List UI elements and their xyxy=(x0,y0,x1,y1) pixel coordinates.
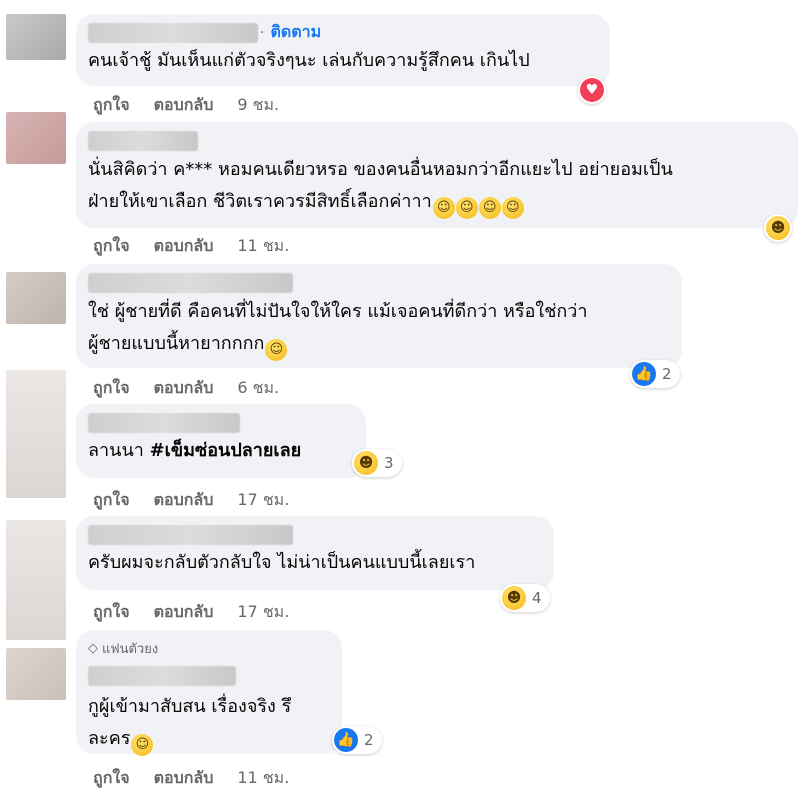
reply-action[interactable]: ตอบกลับ xyxy=(154,490,214,509)
avatar[interactable] xyxy=(6,14,66,60)
relieved-face-icon: ☺ xyxy=(265,339,288,361)
diamond-icon: ◇ xyxy=(88,641,98,656)
reaction-summary[interactable]: ☻ 4 xyxy=(500,584,550,612)
comment-actions: ถูกใจ ตอบกลับ 11 ชม. xyxy=(93,766,289,791)
comment-author[interactable] xyxy=(88,524,542,548)
comment-author[interactable]: · ติดตาม xyxy=(88,20,598,46)
comment-bubble: ◇ แฟนตัวยง กูผู้เข้ามาสับสน เรื่องจริง รึ… xyxy=(76,630,342,756)
comment-author[interactable] xyxy=(88,272,670,296)
laughing-face-icon: ☻ xyxy=(766,216,790,240)
grinning-face-icon: ☺ xyxy=(432,197,455,219)
reply-action[interactable]: ตอบกลับ xyxy=(154,378,214,397)
comment-bubble: · ติดตาม คนเจ้าชู้ มันเห็นแก่ตัวจริงๆนะ เ… xyxy=(76,14,610,86)
comment-actions: ถูกใจ ตอบกลับ 11 ชม. xyxy=(93,234,289,259)
like-action[interactable]: ถูกใจ xyxy=(93,602,130,621)
reaction-summary[interactable]: ♥ xyxy=(578,76,606,104)
comment-actions: ถูกใจ ตอบกลับ 17 ชม. xyxy=(93,600,289,625)
comment-text: คนเจ้าชู้ มันเห็นแก่ตัวจริงๆนะ เล่นกับคว… xyxy=(88,50,530,71)
timestamp[interactable]: 9 ชม. xyxy=(237,95,279,114)
follow-button[interactable]: ติดตาม xyxy=(270,22,321,41)
grinning-face-icon: ☺ xyxy=(455,197,478,219)
reaction-summary[interactable]: ☻ xyxy=(764,214,792,242)
reaction-summary[interactable]: 👍 2 xyxy=(630,360,680,388)
like-action[interactable]: ถูกใจ xyxy=(93,236,130,255)
comment-text: นั่นสิคิดว่า ค*** หอมคนเดียวหรอ ของคนอื่… xyxy=(88,159,673,180)
timestamp[interactable]: 17 ชม. xyxy=(237,490,289,509)
comment-actions: ถูกใจ ตอบกลับ 6 ชม. xyxy=(93,376,279,401)
like-action[interactable]: ถูกใจ xyxy=(93,95,130,114)
timestamp[interactable]: 11 ชม. xyxy=(237,768,289,787)
comment-author[interactable] xyxy=(88,130,786,154)
relieved-face-icon: ☺ xyxy=(131,734,154,756)
reply-action[interactable]: ตอบกลับ xyxy=(154,236,214,255)
thumbs-up-icon: 👍 xyxy=(334,728,358,752)
avatar[interactable] xyxy=(6,370,66,498)
timestamp[interactable]: 6 ชม. xyxy=(237,378,279,397)
timestamp[interactable]: 11 ชม. xyxy=(237,236,289,255)
grinning-face-icon: ☺ xyxy=(478,197,501,219)
comment-actions: ถูกใจ ตอบกลับ 9 ชม. xyxy=(93,93,279,118)
comment-author[interactable] xyxy=(88,665,330,691)
comment-text: กูผู้เข้ามาสับสน เรื่องจริง รึ xyxy=(88,696,292,717)
reply-action[interactable]: ตอบกลับ xyxy=(154,602,214,621)
grinning-face-icon: ☺ xyxy=(501,197,524,219)
like-action[interactable]: ถูกใจ xyxy=(93,768,130,787)
laughing-face-icon: ☻ xyxy=(502,586,526,610)
comment-bubble: ครับผมจะกลับตัวกลับใจ ไม่น่าเป็นคนแบบนี้… xyxy=(76,516,554,590)
avatar[interactable] xyxy=(6,112,66,164)
comment-text: ผู้ชายแบบนี้หายากกกก ☺ xyxy=(88,328,670,361)
comment-text: ลานนา #เข็มซ่อนปลายเลย xyxy=(88,440,302,461)
like-action[interactable]: ถูกใจ xyxy=(93,490,130,509)
like-action[interactable]: ถูกใจ xyxy=(93,378,130,397)
comment-text: ใช่ ผู้ชายที่ดี คือคนที่ไม่ปันใจให้ใคร แ… xyxy=(88,301,588,322)
comment-actions: ถูกใจ ตอบกลับ 17 ชม. xyxy=(93,488,289,513)
comment-text: ครับผมจะกลับตัวกลับใจ ไม่น่าเป็นคนแบบนี้… xyxy=(88,552,476,573)
reply-action[interactable]: ตอบกลับ xyxy=(154,768,214,787)
heart-icon: ♥ xyxy=(580,78,604,102)
comment-text: ฝ่ายให้เขาเลือก ชีวิตเราควรมีสิทธิ์เลือก… xyxy=(88,186,786,219)
thumbs-up-icon: 👍 xyxy=(632,362,656,386)
reply-action[interactable]: ตอบกลับ xyxy=(154,95,214,114)
laughing-face-icon: ☻ xyxy=(354,451,378,475)
comment-bubble: ลานนา #เข็มซ่อนปลายเลย xyxy=(76,404,366,478)
hashtag-link[interactable]: #เข็มซ่อนปลายเลย xyxy=(150,440,302,461)
top-fan-badge[interactable]: ◇ แฟนตัวยง xyxy=(88,638,330,659)
comment-bubble: นั่นสิคิดว่า ค*** หอมคนเดียวหรอ ของคนอื่… xyxy=(76,122,798,228)
comment-author[interactable] xyxy=(88,412,354,436)
comment-bubble: ใช่ ผู้ชายที่ดี คือคนที่ไม่ปันใจให้ใคร แ… xyxy=(76,264,682,368)
avatar[interactable] xyxy=(6,272,66,324)
badge-label: แฟนตัวยง xyxy=(102,642,159,657)
reaction-summary[interactable]: ☻ 3 xyxy=(352,449,402,477)
reaction-summary[interactable]: 👍 2 xyxy=(332,726,382,754)
timestamp[interactable]: 17 ชม. xyxy=(237,602,289,621)
comment-text: ละคร ☺ xyxy=(88,723,330,756)
avatar[interactable] xyxy=(6,648,66,700)
avatar[interactable] xyxy=(6,520,66,640)
